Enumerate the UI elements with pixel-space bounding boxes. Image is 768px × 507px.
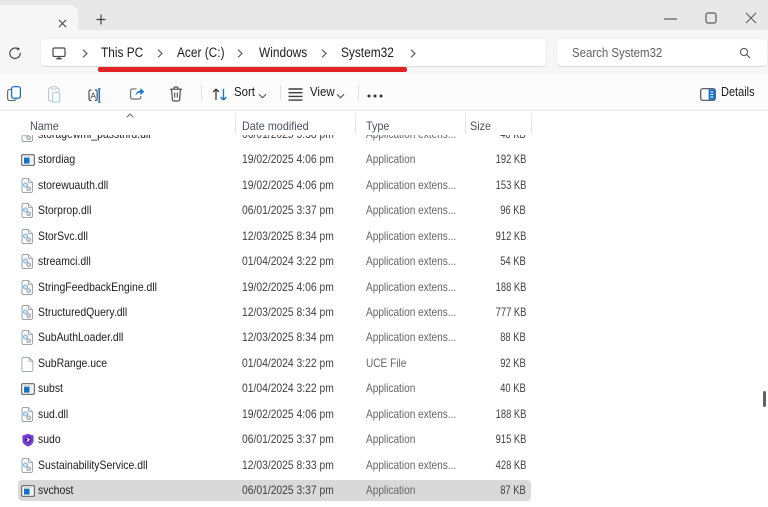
svg-text:A: A [90,90,96,100]
